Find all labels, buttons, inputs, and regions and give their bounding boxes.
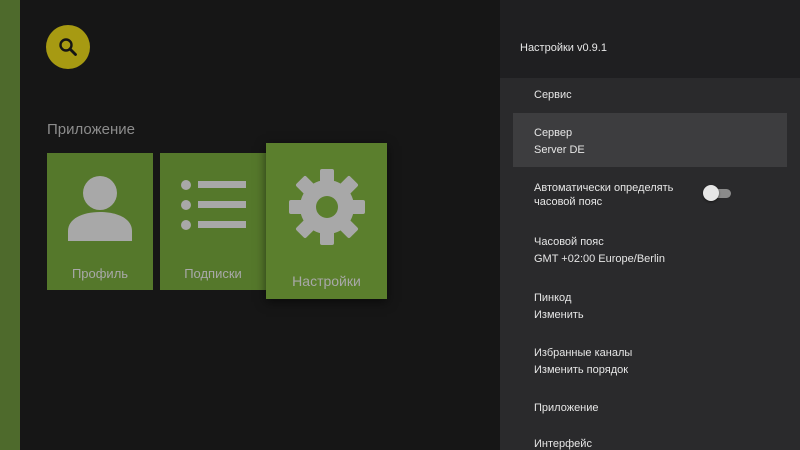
tile-subscriptions[interactable]: Подписки [160,153,266,290]
person-icon [68,176,132,241]
settings-item-label: Пинкод [534,292,572,304]
settings-item-value: Изменить [534,309,584,321]
settings-item-label: Интерфейс [534,438,592,450]
settings-item-application[interactable]: Приложение [513,394,787,424]
tile-settings-label: Настройки [292,273,361,289]
gear-icon [289,169,365,245]
tile-settings[interactable]: Настройки [266,143,387,299]
section-title: Приложение [47,121,135,138]
settings-item-label: Избранные каналы [534,347,633,359]
settings-panel: Настройки v0.9.1 Сервис Сервер Server DE… [500,0,800,450]
settings-item-value: Изменить порядок [534,364,629,376]
settings-item-timezone[interactable]: Часовой пояс GMT +02:00 Europe/Berlin [513,227,787,277]
toggle-knob [703,185,719,201]
settings-item-label: Часовой пояс [534,236,604,248]
settings-item-interface[interactable]: Интерфейс [513,430,787,450]
settings-item-label: Приложение [534,402,599,414]
settings-item-label: Автоматически определять [534,182,674,194]
left-accent-strip [0,0,20,450]
settings-item-value: GMT +02:00 Europe/Berlin [534,253,665,265]
settings-item-auto-timezone[interactable]: Автоматически определять часовой пояс [513,172,787,222]
settings-panel-header: Настройки v0.9.1 [500,0,800,78]
tile-profile[interactable]: Профиль [47,153,153,290]
settings-item-label: Сервер [534,127,573,139]
search-button[interactable] [46,25,90,69]
settings-title: Настройки v0.9.1 [520,42,607,54]
settings-item-pincode[interactable]: Пинкод Изменить [513,285,787,335]
settings-item-service[interactable]: Сервис [513,80,787,110]
settings-item-label: Сервис [534,89,572,101]
list-icon [181,180,246,230]
settings-item-value: Server DE [534,144,585,156]
auto-timezone-toggle[interactable] [703,185,731,201]
tile-subscriptions-label: Подписки [184,266,242,281]
search-icon [59,38,77,56]
settings-item-label-line2: часовой пояс [534,196,603,208]
tile-profile-label: Профиль [71,266,129,281]
settings-item-favorite-channels[interactable]: Избранные каналы Изменить порядок [513,341,787,391]
settings-item-server[interactable]: Сервер Server DE [513,113,787,167]
